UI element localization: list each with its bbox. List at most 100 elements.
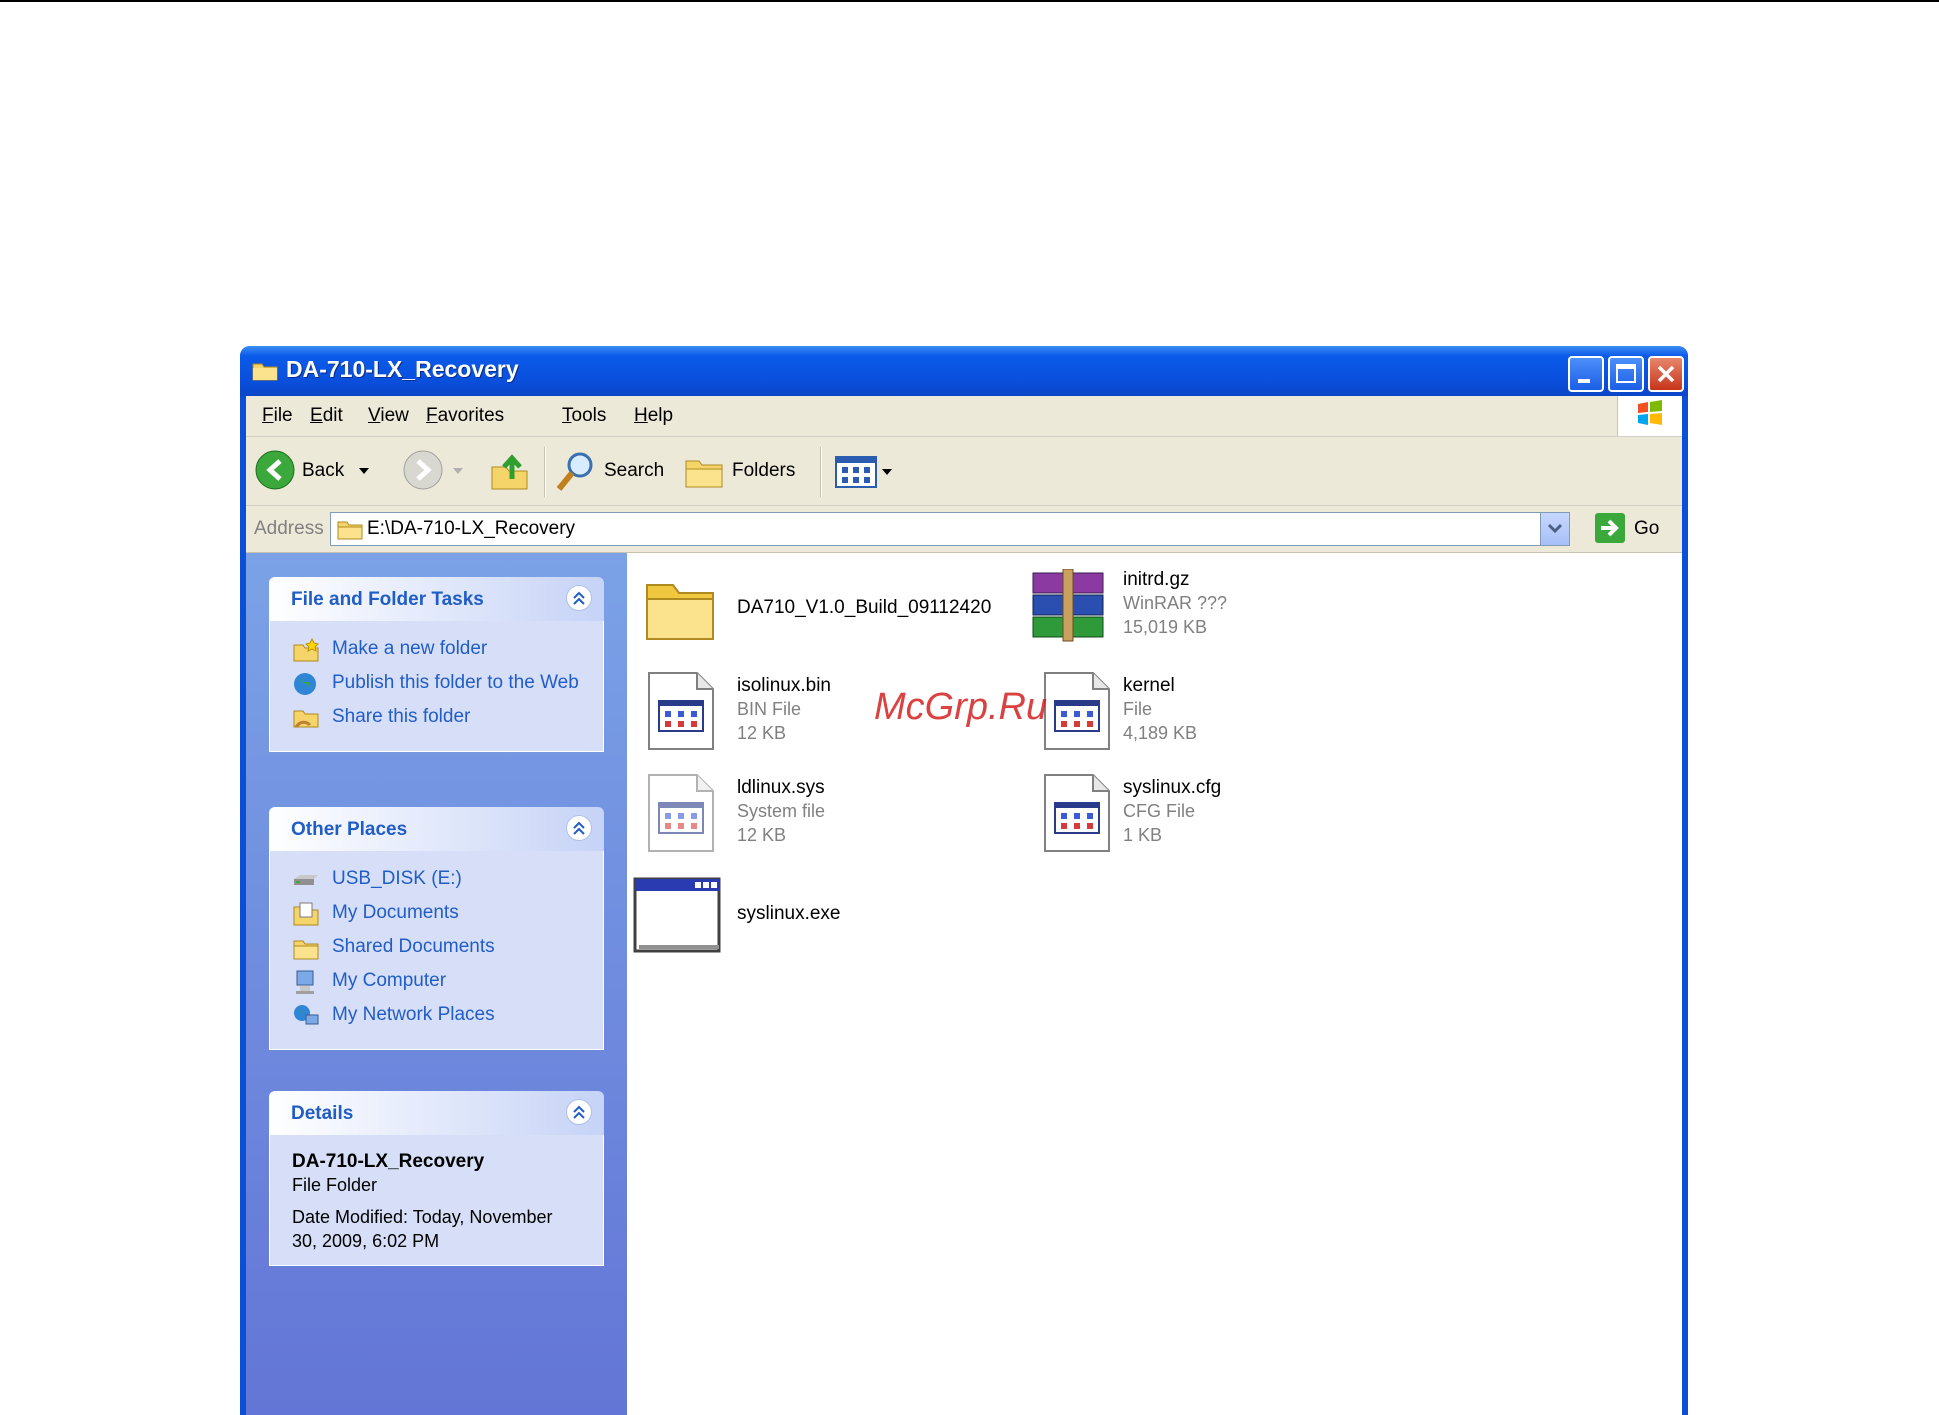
- windows-logo: [1617, 396, 1682, 436]
- place-label: My Documents: [332, 902, 459, 923]
- file-icon: [648, 672, 714, 750]
- task-publish-folder-web[interactable]: Publish this folder to the Web: [292, 671, 585, 699]
- application-window-icon: [633, 877, 721, 953]
- panel-header[interactable]: File and Folder Tasks: [269, 577, 604, 621]
- chevron-up-double-icon: [573, 821, 585, 835]
- file-size: 15,019 KB: [1123, 617, 1208, 637]
- file-type: CFG File: [1123, 801, 1195, 821]
- dropdown-arrow-icon[interactable]: [358, 467, 370, 475]
- folder-icon: [252, 363, 278, 381]
- back-button[interactable]: Back: [254, 449, 374, 493]
- place-my-network-places[interactable]: My Network Places: [292, 1003, 585, 1031]
- panel-body: Make a new folder Publish this folder to…: [269, 621, 604, 752]
- shared-folder-icon: [293, 940, 319, 960]
- file-icon: [1044, 672, 1110, 750]
- up-folder-icon[interactable]: [488, 449, 532, 493]
- dropdown-arrow-icon: [453, 468, 463, 474]
- file-list: DA710_V1.0_Build_09112420 initrd.gz WinR…: [627, 553, 1682, 1415]
- file-name: syslinux.exe: [737, 903, 841, 924]
- go-arrow-icon: [1595, 513, 1625, 543]
- place-my-documents[interactable]: My Documents: [292, 901, 585, 929]
- forward-button[interactable]: [402, 449, 466, 493]
- file-item-kernel[interactable]: kernel File 4,189 KB: [1037, 671, 1287, 761]
- minimize-button[interactable]: [1568, 356, 1604, 392]
- winrar-archive-icon: [1032, 569, 1104, 642]
- file-item-initrd[interactable]: initrd.gz WinRAR ??? 15,019 KB: [1027, 569, 1287, 653]
- toolbar: Back Search Folders: [246, 437, 1682, 506]
- toolbar-separator: [820, 447, 822, 497]
- chevron-up-double-icon: [573, 591, 585, 605]
- share-folder-icon: [293, 710, 319, 728]
- file-item-syslinux-cfg[interactable]: syslinux.cfg CFG File 1 KB: [1037, 773, 1287, 863]
- folders-button[interactable]: Folders: [682, 449, 812, 493]
- other-places-panel: Other Places USB_DISK (E:) My Documents …: [269, 807, 604, 1050]
- file-name: initrd.gz: [1123, 569, 1190, 590]
- menu-edit[interactable]: Edit: [310, 405, 343, 427]
- file-name: DA710_V1.0_Build_09112420: [737, 597, 992, 618]
- forward-arrow-icon: [403, 450, 443, 490]
- new-folder-icon: [293, 637, 319, 662]
- place-shared-documents[interactable]: Shared Documents: [292, 935, 585, 963]
- network-places-icon: [294, 1005, 319, 1025]
- collapse-button[interactable]: [566, 815, 592, 841]
- task-pane: File and Folder Tasks Make a new folder …: [246, 553, 627, 1415]
- file-name: kernel: [1123, 675, 1175, 696]
- file-item-folder[interactable]: DA710_V1.0_Build_09112420: [641, 569, 991, 653]
- drive-icon: [294, 875, 318, 885]
- file-size: 12 KB: [737, 825, 787, 845]
- my-documents-icon: [293, 902, 319, 926]
- place-label: Shared Documents: [332, 936, 495, 957]
- address-dropdown-button[interactable]: [1540, 513, 1569, 545]
- menu-tools[interactable]: Tools: [562, 405, 606, 427]
- details-modified: Date Modified: Today, November 30, 2009,…: [292, 1207, 553, 1251]
- address-label: Address: [254, 518, 324, 539]
- menu-view[interactable]: View: [368, 405, 409, 427]
- address-input[interactable]: E:\DA-710-LX_Recovery: [330, 512, 1570, 546]
- panel-header[interactable]: Details: [269, 1091, 604, 1135]
- chevron-up-double-icon: [573, 1105, 585, 1119]
- go-label: Go: [1634, 518, 1660, 539]
- details-name: DA-710-LX_Recovery: [292, 1151, 485, 1172]
- file-item-syslinux-exe[interactable]: syslinux.exe: [633, 875, 933, 959]
- collapse-button[interactable]: [566, 585, 592, 611]
- close-button[interactable]: [1648, 356, 1684, 392]
- menu-help[interactable]: Help: [634, 405, 673, 427]
- views-button[interactable]: [832, 449, 898, 493]
- panel-title: Other Places: [291, 819, 408, 840]
- place-label: USB_DISK (E:): [332, 868, 462, 889]
- window-title: DA-710-LX_Recovery: [286, 356, 519, 382]
- folder-icon: [646, 584, 714, 640]
- task-label: Publish this folder to the Web: [332, 672, 579, 693]
- place-usb-disk[interactable]: USB_DISK (E:): [292, 867, 585, 895]
- panel-body: DA-710-LX_Recovery File Folder Date Modi…: [269, 1135, 604, 1266]
- explorer-window: DA-710-LX_Recovery File Edit View Favori…: [240, 346, 1688, 1415]
- menu-favorites[interactable]: Favorites: [426, 405, 504, 427]
- file-type: File: [1123, 699, 1153, 719]
- search-label: Search: [604, 460, 665, 481]
- folders-icon: [685, 460, 723, 488]
- go-button[interactable]: Go: [1594, 512, 1674, 544]
- task-label: Make a new folder: [332, 638, 488, 659]
- folders-label: Folders: [732, 460, 796, 481]
- task-make-new-folder[interactable]: Make a new folder: [292, 637, 585, 665]
- back-label: Back: [302, 460, 345, 481]
- panel-header[interactable]: Other Places: [269, 807, 604, 851]
- place-label: My Network Places: [332, 1004, 495, 1025]
- menu-file[interactable]: File: [262, 405, 293, 427]
- title-bar[interactable]: DA-710-LX_Recovery: [240, 346, 1688, 396]
- file-item-ldlinux[interactable]: ldlinux.sys System file 12 KB: [641, 773, 941, 863]
- file-type: BIN File: [737, 699, 802, 719]
- maximize-button[interactable]: [1608, 356, 1644, 392]
- watermark-text: McGrp.Ru: [874, 686, 1048, 728]
- place-my-computer[interactable]: My Computer: [292, 969, 585, 997]
- collapse-button[interactable]: [566, 1099, 592, 1125]
- page-top-rule: [0, 0, 1939, 2]
- place-label: My Computer: [332, 970, 447, 991]
- task-label: Share this folder: [332, 706, 471, 727]
- menu-bar: File Edit View Favorites Tools Help: [246, 396, 1682, 437]
- toolbar-separator: [544, 447, 546, 497]
- search-button[interactable]: Search: [554, 449, 674, 493]
- chevron-down-icon: [1547, 523, 1563, 534]
- task-share-folder[interactable]: Share this folder: [292, 705, 585, 733]
- globe-icon: [294, 673, 316, 695]
